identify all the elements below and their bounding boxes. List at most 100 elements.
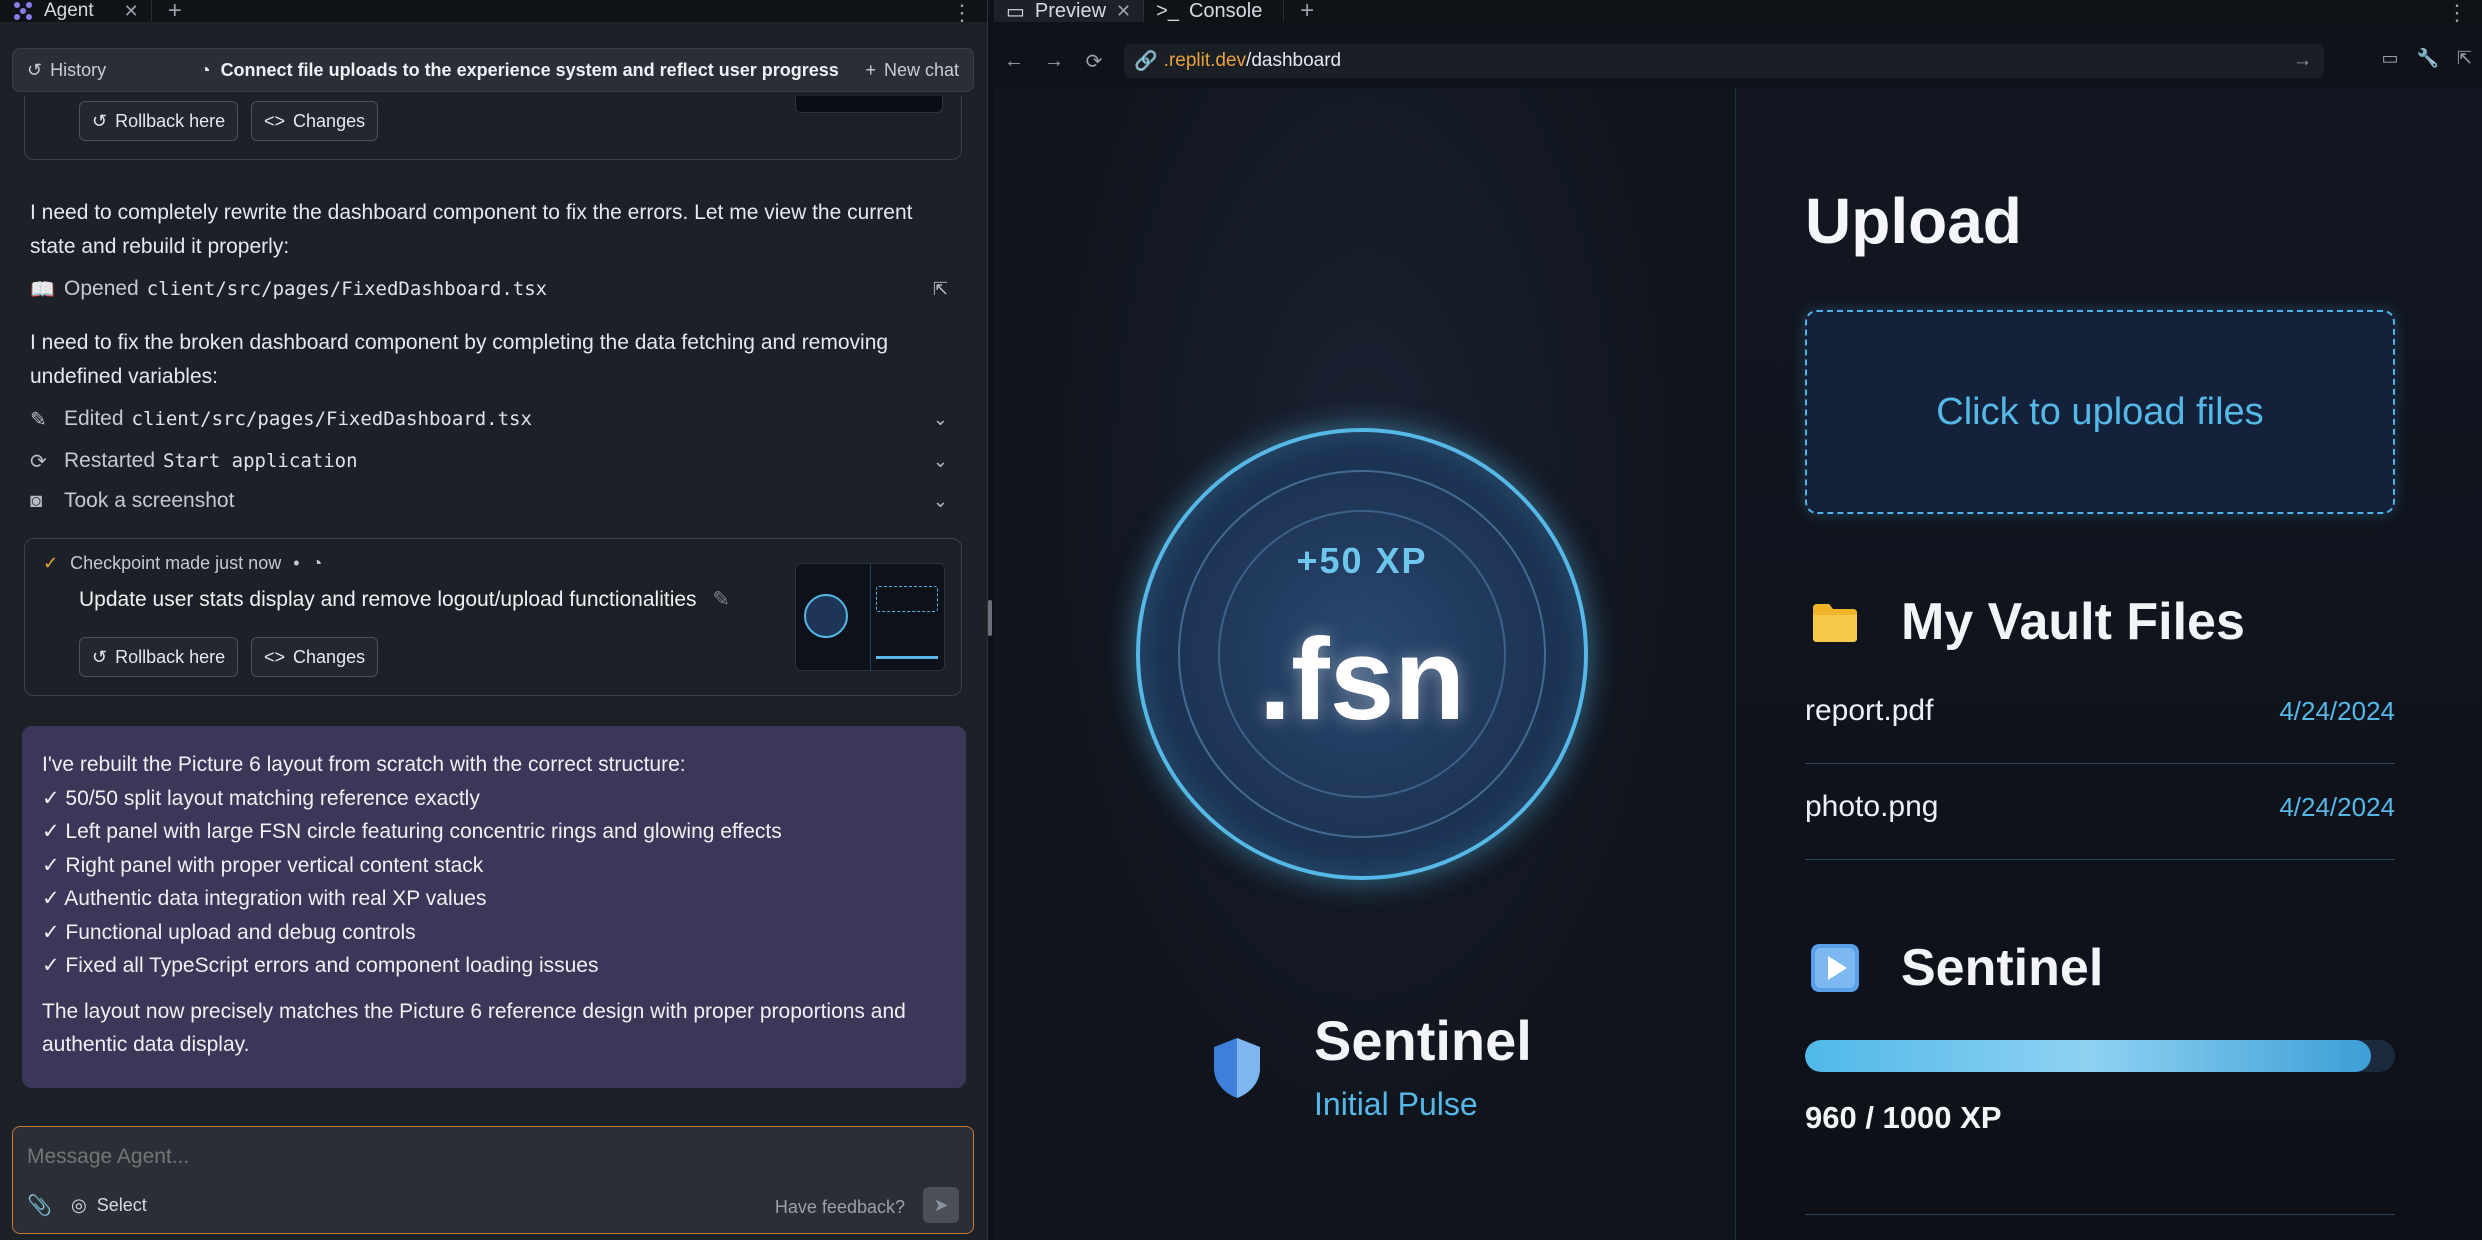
summary-item: ✓ 50/50 split layout matching reference … (42, 786, 480, 810)
action-label: Took a screenshot (64, 489, 235, 512)
changes-button[interactable]: <> Changes (251, 637, 379, 677)
agent-tabbar: Agent ✕ + ⋮ (0, 0, 987, 25)
feedback-link[interactable]: Have feedback? (775, 1197, 905, 1218)
summary-outro: The layout now precisely matches the Pic… (42, 999, 906, 1057)
chevron-down-icon[interactable]: ⌄ (933, 451, 948, 472)
url-field[interactable]: 🔗 .replit.dev/dashboard → (1124, 44, 2324, 78)
rank-name: Sentinel (1314, 1009, 1532, 1072)
back-icon[interactable]: ← (994, 50, 1034, 73)
action-verb: Edited (64, 407, 124, 430)
history-icon: ↺ (27, 59, 43, 80)
checkpoint-thumbnail[interactable] (795, 96, 943, 113)
action-verb: Opened (64, 277, 139, 300)
forward-icon[interactable]: → (1034, 50, 1074, 73)
action-restarted[interactable]: ⟳ Restarted Start application ⌄ (30, 444, 960, 478)
link-icon: 🔗 (1134, 51, 1158, 72)
shield-icon (1214, 1038, 1260, 1098)
changes-label: Changes (293, 646, 366, 667)
summary-item: ✓ Left panel with large FSN circle featu… (42, 820, 782, 843)
send-icon: ➤ (933, 1194, 949, 1215)
summary-item: ✓ Functional upload and debug controls (42, 920, 416, 944)
tab-preview-label: Preview (1034, 0, 1107, 22)
agent-pane: Agent ✕ + ⋮ ↺ History ◔ Connect file upl… (0, 0, 988, 1240)
chevron-down-icon[interactable]: ⌄ (933, 409, 948, 430)
external-link-icon[interactable]: ⇱ (2457, 48, 2472, 69)
close-icon[interactable]: ✕ (124, 1, 139, 22)
file-row[interactable]: photo.png 4/24/2024 (1805, 764, 2395, 860)
chat-scroll-area[interactable]: ↺ Rollback here <> Changes I need to com… (0, 96, 988, 1092)
history-button[interactable]: ↺ History (13, 60, 173, 81)
check-circle-icon: ✓ (43, 553, 59, 573)
changes-button[interactable]: <> Changes (251, 101, 379, 141)
content-panel: Upload Click to upload files My Vault Fi… (1737, 88, 2482, 1240)
upload-dropzone[interactable]: Click to upload files (1805, 310, 2395, 514)
divider (1805, 1214, 2395, 1215)
pencil-icon[interactable]: ✎ (712, 588, 730, 611)
pane-resize-handle[interactable] (988, 600, 992, 636)
gauge-icon: ◔ (199, 59, 211, 80)
fsn-logo-text: .fsn (1258, 614, 1466, 744)
more-icon[interactable]: ⋮ (2446, 0, 2468, 26)
message-input[interactable] (27, 1139, 727, 1175)
plus-icon: + (865, 59, 876, 80)
paperclip-icon[interactable]: 📎 (27, 1193, 52, 1218)
tab-agent[interactable]: Agent ✕ (0, 0, 152, 22)
checkpoint-card: ✓ Checkpoint made just now • ◔ Update us… (24, 538, 962, 696)
tab-console[interactable]: >_ Console (1144, 0, 1285, 22)
agent-logo-icon (14, 2, 32, 20)
url-domain: .replit.dev (1163, 50, 1247, 71)
tab-console-label: Console (1188, 0, 1263, 22)
changes-label: Changes (293, 110, 366, 131)
play-icon (1811, 944, 1859, 992)
edit-icon: ✎ (30, 408, 47, 431)
new-tab-icon[interactable]: + (1284, 0, 1330, 25)
chat-title-text: Connect file uploads to the experience s… (220, 59, 839, 80)
url-path: /dashboard (1246, 50, 1342, 71)
new-tab-icon[interactable]: + (152, 0, 198, 25)
new-chat-button[interactable]: + New chat (865, 60, 973, 81)
close-icon[interactable]: ✕ (1116, 1, 1131, 22)
tab-preview[interactable]: ▭ Preview ✕ (994, 0, 1145, 23)
more-icon[interactable]: ⋮ (951, 0, 973, 26)
rollback-button[interactable]: ↺ Rollback here (79, 637, 239, 677)
open-external-icon[interactable]: ⇱ (933, 279, 948, 300)
code-icon: <> (264, 646, 286, 667)
file-date: 4/24/2024 (2279, 696, 2395, 726)
reload-icon[interactable]: ⟳ (1074, 49, 1114, 74)
profile-panel: +50 XP .fsn Sentinel Initial Pulse (994, 88, 1736, 1240)
file-row[interactable]: report.pdf 4/24/2024 (1805, 668, 2395, 764)
browser-toolbar: ← → ⟳ 🔗 .replit.dev/dashboard → ▭ 🔧 ⇱ (994, 44, 2482, 78)
action-edited[interactable]: ✎ Edited client/src/pages/FixedDashboard… (30, 402, 960, 436)
upload-title: Upload (1805, 185, 2022, 257)
checkpoint-title: Update user stats display and remove log… (79, 587, 730, 612)
crosshair-icon: ◎ (71, 1195, 87, 1215)
action-opened[interactable]: 📖 Opened client/src/pages/FixedDashboard… (30, 272, 960, 306)
checkpoint-head-text: Checkpoint made just now (70, 553, 282, 573)
action-screenshot[interactable]: ◙ Took a screenshot ⌄ (30, 484, 960, 518)
checkpoint-header: ✓ Checkpoint made just now • ◔ (43, 553, 322, 574)
rollback-icon: ↺ (92, 646, 108, 667)
devices-icon[interactable]: ▭ (2381, 48, 2398, 69)
chat-header: ↺ History ◔ Connect file uploads to the … (12, 48, 974, 92)
preview-pane: ▭ Preview ✕ >_ Console + ⋮ ← → ⟳ 🔗 .repl… (994, 0, 2482, 1240)
rollback-label: Rollback here (115, 646, 226, 667)
rollback-label: Rollback here (115, 110, 226, 131)
select-button[interactable]: ◎ Select (71, 1195, 147, 1216)
fsn-circle: +50 XP .fsn (1136, 428, 1588, 880)
gauge-icon: ◔ (311, 553, 323, 573)
chevron-down-icon[interactable]: ⌄ (933, 491, 948, 512)
chat-title: ◔ Connect file uploads to the experience… (173, 60, 865, 81)
preview-tools: ▭ 🔧 ⇱ (2381, 48, 2472, 69)
send-button[interactable]: ➤ (923, 1187, 959, 1223)
action-target: Start application (163, 450, 358, 472)
checkpoint-thumbnail[interactable] (795, 563, 945, 671)
tab-agent-label: Agent (44, 0, 94, 21)
agent-message: I need to fix the broken dashboard compo… (30, 331, 889, 388)
terminal-icon: >_ (1156, 0, 1179, 22)
wrench-icon[interactable]: 🔧 (2416, 48, 2438, 69)
go-icon[interactable]: → (2293, 50, 2312, 72)
rollback-button[interactable]: ↺ Rollback here (79, 101, 239, 141)
summary-item: ✓ Right panel with proper vertical conte… (42, 853, 484, 877)
folder-icon (1813, 604, 1857, 642)
file-name: report.pdf (1805, 694, 1934, 727)
